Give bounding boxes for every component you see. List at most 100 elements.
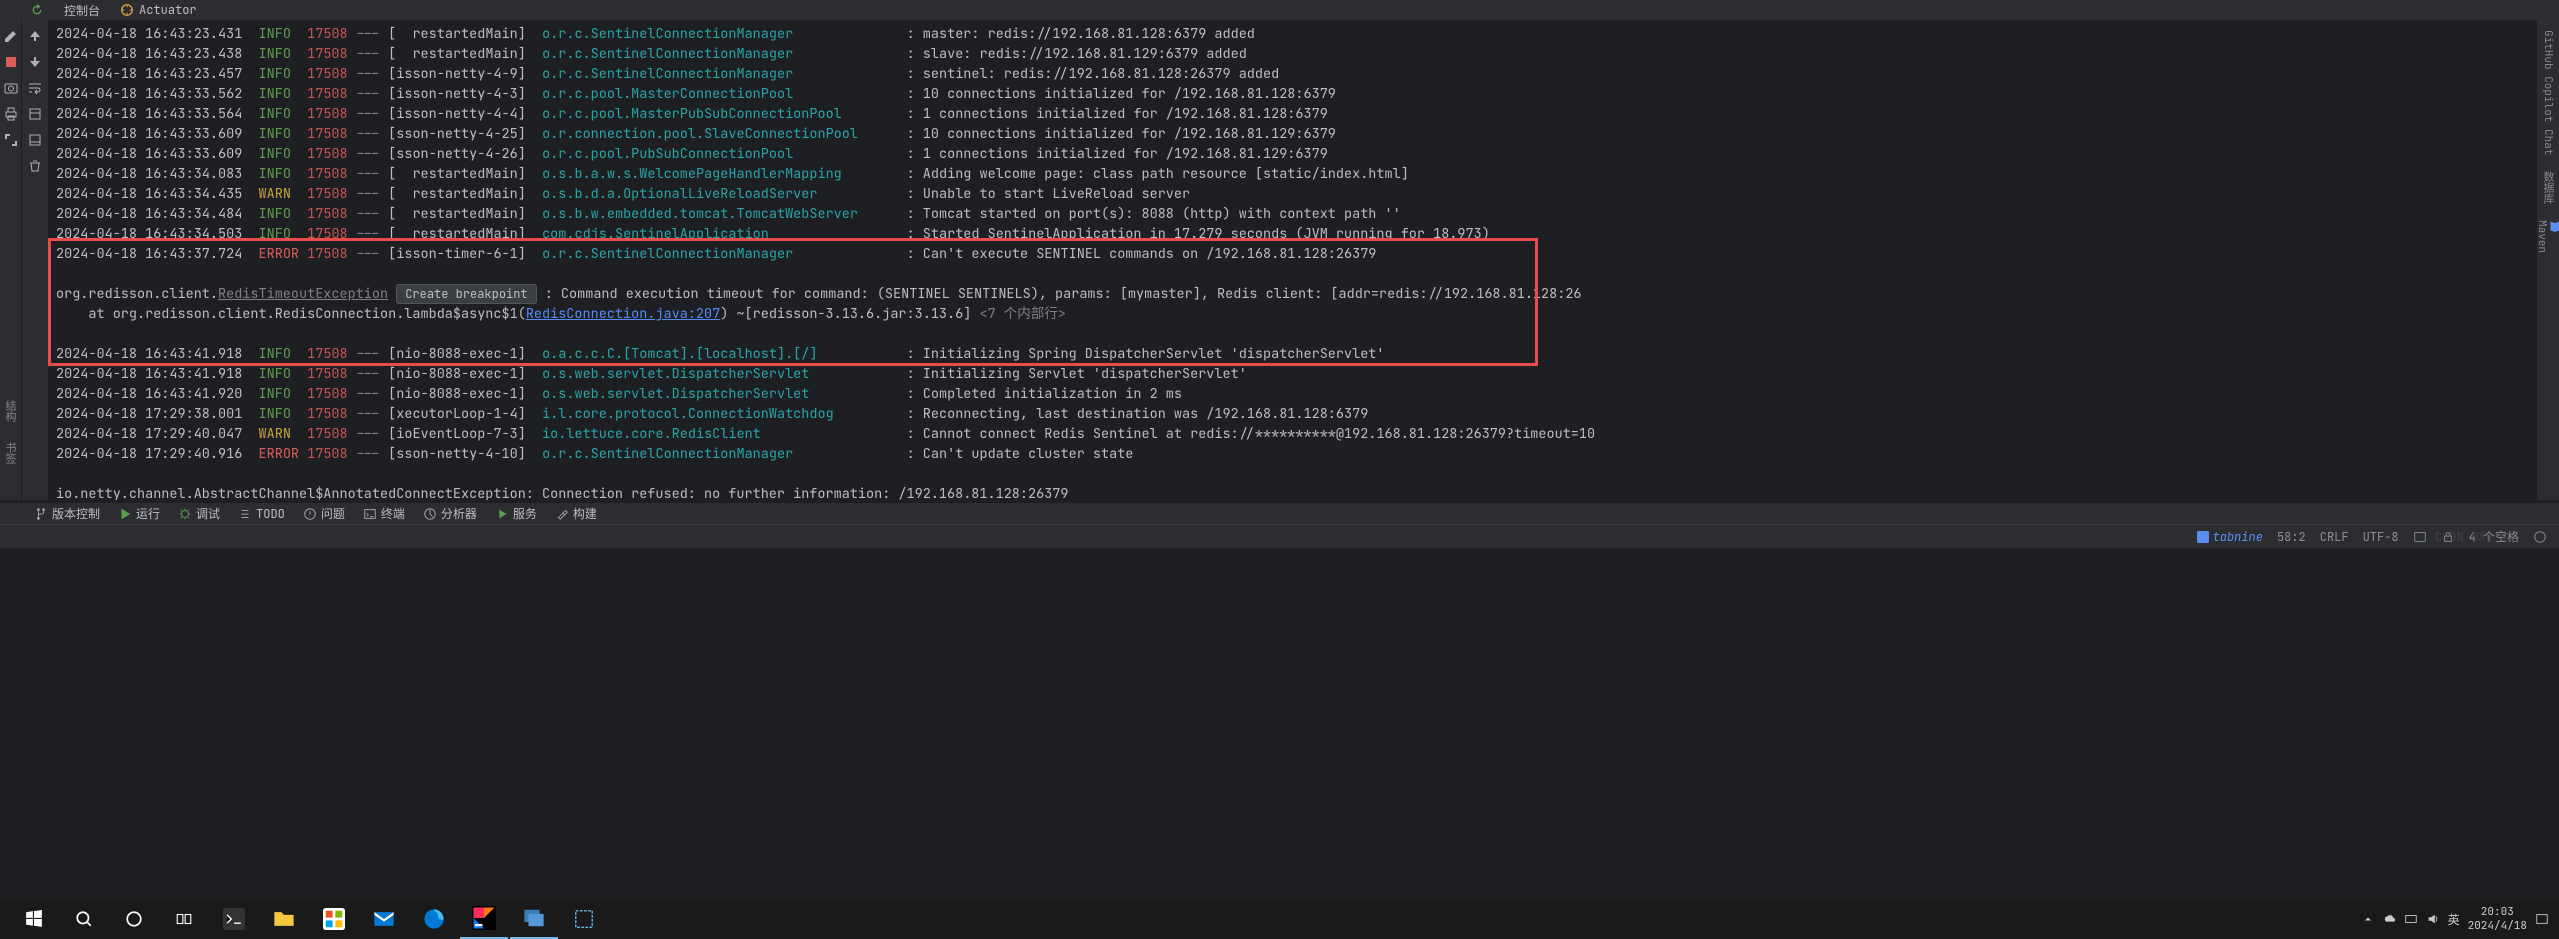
windows-icon — [25, 910, 43, 928]
log-line: 2024-04-18 16:43:33.562 INFO 17508 --- [… — [56, 84, 2551, 104]
scroll-end-icon[interactable] — [27, 132, 43, 148]
problems-tab[interactable]: 问题 — [297, 505, 351, 522]
todo-tab[interactable]: TODO — [232, 506, 291, 522]
services-tab[interactable]: 服务 — [489, 505, 543, 522]
down-arrow-icon[interactable] — [27, 54, 43, 70]
scroll-icon[interactable] — [27, 106, 43, 122]
stop-icon[interactable] — [3, 54, 19, 70]
wrap-icon[interactable] — [27, 80, 43, 96]
source-link[interactable]: RedisConnection.java:207 — [526, 305, 720, 323]
right-toolwindow-bar: GitHub Copilot Chat 数据库 Maven — [2537, 20, 2559, 500]
onedrive-icon[interactable] — [2382, 912, 2396, 926]
tool-window-tabs: 控制台 Actuator — [0, 0, 2559, 20]
clock[interactable]: 20:032024/4/18 — [2468, 905, 2527, 933]
log-line: 2024-04-18 16:43:34.503 INFO 17508 --- [… — [56, 224, 2551, 244]
fold-hint[interactable]: <7 个内部行> — [979, 305, 1065, 323]
search-button[interactable] — [60, 899, 108, 939]
exception-line-2: io.netty.channel.AbstractChannel$Annotat… — [56, 484, 2551, 500]
mail-icon — [373, 908, 395, 930]
bottom-tool-tabs: 版本控制 运行 调试 TODO 问题 终端 分析器 服务 构建 — [0, 502, 2559, 524]
expand-icon[interactable] — [3, 132, 19, 148]
console-tab[interactable]: 控制台 — [64, 2, 100, 19]
volume-icon[interactable] — [2426, 912, 2440, 926]
caret-position[interactable]: 58:2 — [2277, 529, 2306, 545]
status-bar: tabnine 58:2 CRLF UTF-8 4 个空格 — [0, 524, 2559, 548]
taskview-button[interactable] — [160, 899, 208, 939]
app-store[interactable] — [310, 899, 358, 939]
log-line: 2024-04-18 16:43:37.724 ERROR 17508 --- … — [56, 244, 2551, 264]
tray-chevron-icon[interactable] — [2362, 913, 2374, 925]
app-explorer[interactable] — [260, 899, 308, 939]
exception-class-link[interactable]: RedisTimeoutException — [218, 285, 388, 303]
encoding[interactable]: UTF-8 — [2363, 529, 2399, 545]
camera-icon[interactable] — [3, 80, 19, 96]
app-snipping[interactable] — [560, 899, 608, 939]
maven-tab[interactable]: Maven — [2535, 220, 2559, 253]
cortana-button[interactable] — [110, 899, 158, 939]
rerun-icon — [30, 3, 44, 17]
copilot-tab[interactable]: GitHub Copilot Chat — [2541, 30, 2555, 155]
print-icon[interactable] — [3, 106, 19, 122]
actuator-tab[interactable]: Actuator — [120, 2, 197, 18]
reader-mode-icon[interactable] — [2413, 530, 2427, 544]
log-line: 2024-04-18 16:43:41.918 INFO 17508 --- [… — [56, 364, 2551, 384]
pen-icon[interactable] — [3, 28, 19, 44]
log-line: 2024-04-18 16:43:41.918 INFO 17508 --- [… — [56, 344, 2551, 364]
tabnine-widget[interactable]: tabnine — [2197, 529, 2263, 545]
ime-indicator[interactable]: 英 — [2448, 911, 2460, 928]
create-breakpoint-button[interactable]: Create breakpoint — [396, 284, 536, 304]
console-output[interactable]: 2024-04-18 16:43:23.431 INFO 17508 --- [… — [48, 20, 2559, 500]
windows-taskbar: 英 20:032024/4/18 — [0, 899, 2559, 939]
watermark: CSDN @XL's妃 — [2435, 528, 2519, 545]
log-line: 2024-04-18 16:43:33.609 INFO 17508 --- [… — [56, 124, 2551, 144]
left-vertical-tabs: 结构 书签 — [2, 400, 18, 464]
trash-icon[interactable] — [27, 158, 43, 174]
services-icon — [495, 507, 509, 521]
terminal-app-icon — [223, 908, 245, 930]
log-line: 2024-04-18 16:43:23.457 INFO 17508 --- [… — [56, 64, 2551, 84]
run-tab[interactable]: 运行 — [112, 505, 166, 522]
terminal-tab[interactable]: 终端 — [357, 505, 411, 522]
log-line: 2024-04-18 16:43:34.083 INFO 17508 --- [… — [56, 164, 2551, 184]
tabnine-icon — [2197, 531, 2209, 543]
network-icon[interactable] — [2404, 912, 2418, 926]
log-line: 2024-04-18 16:43:34.484 INFO 17508 --- [… — [56, 204, 2551, 224]
database-tab[interactable]: 数据库 — [2540, 171, 2556, 204]
app-intellij[interactable] — [460, 899, 508, 939]
search-icon — [75, 910, 93, 928]
hammer-icon — [555, 507, 569, 521]
log-line: 2024-04-18 16:43:33.609 INFO 17508 --- [… — [56, 144, 2551, 164]
vmware-icon — [523, 907, 545, 929]
log-line: 2024-04-18 16:43:33.564 INFO 17508 --- [… — [56, 104, 2551, 124]
terminal-icon — [363, 507, 377, 521]
warning-icon — [303, 507, 317, 521]
log-line: 2024-04-18 17:29:40.916 ERROR 17508 --- … — [56, 444, 2551, 464]
cortana-icon — [125, 910, 143, 928]
smiley-icon[interactable] — [2533, 530, 2547, 544]
store-icon — [323, 908, 345, 930]
system-tray: 英 20:032024/4/18 — [2362, 905, 2559, 933]
structure-tab[interactable]: 结构 — [2, 400, 18, 422]
bookmarks-tab[interactable]: 书签 — [2, 442, 18, 464]
list-icon — [238, 507, 252, 521]
up-arrow-icon[interactable] — [27, 28, 43, 44]
taskview-icon — [175, 910, 193, 928]
line-separator[interactable]: CRLF — [2320, 529, 2349, 545]
notification-icon[interactable] — [2535, 912, 2549, 926]
start-button[interactable] — [10, 899, 58, 939]
rerun-button[interactable] — [30, 3, 44, 17]
snip-icon — [573, 908, 595, 930]
app-edge[interactable] — [410, 899, 458, 939]
app-vmware[interactable] — [510, 899, 558, 939]
app-mail[interactable] — [360, 899, 408, 939]
app-terminal[interactable] — [210, 899, 258, 939]
debug-tab[interactable]: 调试 — [172, 505, 226, 522]
vcs-tab[interactable]: 版本控制 — [28, 505, 106, 522]
log-line: 2024-04-18 16:43:23.438 INFO 17508 --- [… — [56, 44, 2551, 64]
profiler-icon — [423, 507, 437, 521]
build-tab[interactable]: 构建 — [549, 505, 603, 522]
main-panel: 2024-04-18 16:43:23.431 INFO 17508 --- [… — [0, 20, 2559, 500]
bug-icon — [178, 507, 192, 521]
exception-line: org.redisson.client.RedisTimeoutExceptio… — [56, 284, 2551, 304]
profiler-tab[interactable]: 分析器 — [417, 505, 483, 522]
